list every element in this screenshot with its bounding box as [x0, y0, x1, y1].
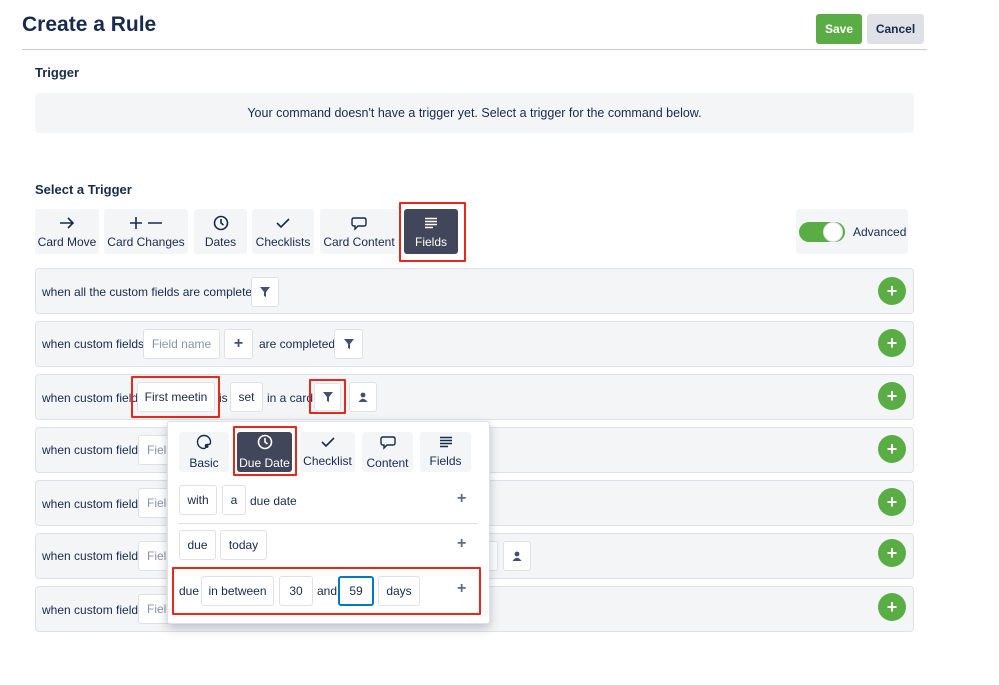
palette-icon [196, 434, 212, 453]
filter-icon [343, 339, 354, 349]
add-trigger-button[interactable]: + [878, 277, 906, 305]
checkmark-icon [320, 436, 335, 451]
tab-label: Fields [429, 454, 462, 468]
article-select[interactable]: a [222, 485, 246, 515]
tab-label: Due Date [239, 456, 290, 470]
due-select[interactable]: due [179, 530, 216, 560]
tab-label: Card Content [323, 235, 395, 249]
row-text: when custom field [42, 391, 139, 405]
tab-label: Fields [414, 235, 447, 249]
add-trigger-button[interactable]: + [878, 539, 906, 567]
plus-icon: + [886, 332, 898, 353]
range-start-input[interactable]: 30 [279, 576, 313, 606]
filter-button[interactable] [334, 329, 363, 359]
tab-checklists[interactable]: Checklists [252, 209, 314, 254]
plus-icon: + [886, 385, 898, 406]
popup-tab-due-date[interactable]: Due Date [237, 432, 292, 472]
advanced-label: Advanced [853, 225, 907, 239]
row-text: are completed [259, 337, 336, 351]
unit-select[interactable]: days [378, 576, 420, 606]
add-trigger-button[interactable]: + [878, 435, 906, 463]
cancel-button[interactable]: Cancel [867, 14, 924, 44]
row-text: in a card [267, 391, 314, 405]
popup-tab-fields[interactable]: Fields [420, 432, 471, 472]
add-field-button[interactable]: + [224, 329, 253, 359]
tab-label: Basic [189, 456, 219, 470]
filter-button[interactable] [251, 277, 279, 307]
row-text: when custom field [42, 443, 139, 457]
add-trigger-button[interactable]: + [878, 329, 906, 357]
add-filter-plus-icon[interactable]: + [457, 580, 466, 598]
tab-dates[interactable]: Dates [194, 209, 247, 254]
tab-label: Dates [204, 235, 237, 249]
popup-text: due date [250, 494, 297, 508]
add-filter-plus-icon[interactable]: + [457, 535, 466, 553]
add-trigger-button[interactable]: + [878, 382, 906, 410]
popup-text: due [179, 584, 200, 598]
member-filter-button[interactable] [503, 541, 531, 571]
tab-label: Content [366, 455, 409, 470]
row-text: when custom field [42, 497, 139, 511]
popup-text: and [317, 584, 338, 598]
popup-divider [178, 568, 478, 569]
row-text: when custom field [42, 549, 139, 563]
field-name-input[interactable]: Field name [143, 329, 220, 359]
popup-tab-checklist[interactable]: Checklist [300, 432, 355, 472]
speech-bubble-icon [351, 214, 367, 232]
filter-icon [322, 392, 333, 402]
lines-icon [424, 214, 438, 232]
tab-label: Checklist [303, 454, 352, 468]
add-filter-plus-icon[interactable]: + [457, 490, 466, 508]
person-icon [512, 551, 522, 561]
tab-label: Checklists [255, 235, 311, 249]
chip-fragment [490, 541, 498, 571]
speech-bubble-icon [379, 435, 396, 453]
clock-icon [257, 434, 273, 453]
trigger-empty-message: Your command doesn't have a trigger yet.… [247, 106, 702, 120]
header-divider [22, 49, 927, 50]
add-trigger-button[interactable]: + [878, 488, 906, 516]
lines-icon [439, 436, 453, 451]
toggle-knob [823, 222, 843, 242]
filter-button[interactable] [314, 383, 341, 411]
select-trigger-heading: Select a Trigger [35, 182, 132, 197]
add-trigger-button[interactable]: + [878, 593, 906, 621]
plus-icon: + [886, 596, 898, 617]
tab-label: Card Move [37, 235, 97, 249]
tab-card-changes[interactable]: Card Changes [104, 209, 188, 254]
person-icon [358, 392, 368, 402]
row-text: when all the custom fields are completed [42, 285, 259, 299]
trigger-empty-box: Your command doesn't have a trigger yet.… [35, 93, 914, 133]
row-text: is [219, 391, 228, 405]
tab-fields[interactable]: Fields [404, 209, 458, 254]
plus-icon: + [886, 491, 898, 512]
row-text: when custom field [42, 603, 139, 617]
clock-icon [213, 214, 229, 232]
date-select[interactable]: today [220, 530, 267, 560]
with-select[interactable]: with [179, 485, 217, 515]
plus-minus-icon [129, 214, 163, 232]
state-select[interactable]: set [230, 382, 263, 412]
field-name-input[interactable]: First meetin [137, 382, 215, 412]
plus-icon: + [886, 438, 898, 459]
member-filter-button[interactable] [349, 382, 377, 412]
range-select[interactable]: in between [201, 576, 274, 606]
range-end-input[interactable]: 59 [338, 576, 374, 606]
row-text: when custom fields [42, 337, 145, 351]
plus-icon: + [233, 335, 244, 352]
plus-icon: + [886, 542, 898, 563]
arrow-right-icon [59, 214, 75, 232]
popup-tab-basic[interactable]: Basic [179, 432, 229, 472]
tab-card-content[interactable]: Card Content [320, 209, 398, 254]
plus-icon: + [886, 280, 898, 301]
popup-divider [178, 523, 478, 524]
page-title: Create a Rule [22, 13, 157, 36]
tab-card-move[interactable]: Card Move [35, 209, 99, 254]
tab-label: Card Changes [107, 235, 185, 249]
filter-icon [260, 287, 270, 297]
checkmark-icon [276, 214, 290, 232]
popup-tab-content[interactable]: Content [362, 432, 413, 472]
trigger-heading: Trigger [35, 65, 80, 80]
save-button[interactable]: Save [816, 14, 862, 44]
